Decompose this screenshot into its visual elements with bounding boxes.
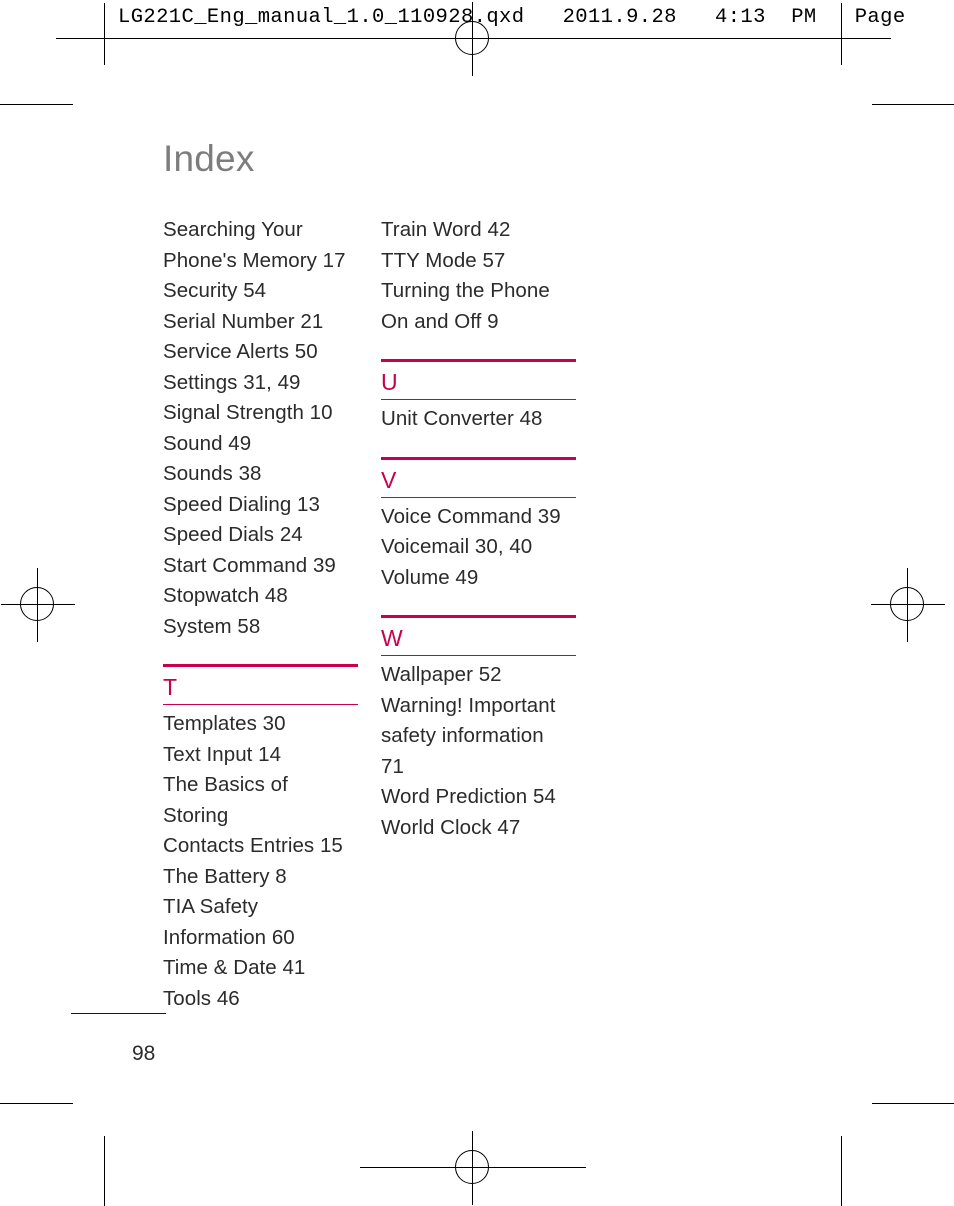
index-entry: Volume 49 (381, 565, 479, 589)
registration-mark-circle (890, 587, 924, 621)
index-entry: TIA Safety Information 60 (163, 895, 295, 949)
index-section-heading: T (163, 664, 358, 705)
print-header-left-rule (104, 3, 105, 65)
index-column-left: Searching Your Phone's Memory 17 Security… (163, 215, 358, 1014)
index-entry: Unit Converter 48 (381, 407, 543, 430)
section-letter: T (163, 674, 178, 700)
print-header-text: LG221C_Eng_manual_1.0_110928.qxd 2011.9.… (118, 6, 906, 29)
print-header: LG221C_Eng_manual_1.0_110928.qxd 2011.9.… (0, 0, 954, 96)
index-entry: TTY Mode 57 (381, 248, 506, 272)
section-letter: V (381, 466, 397, 493)
crop-mark-bottom-left-vertical (104, 1136, 105, 1206)
index-entry: Speed Dials 24 (163, 523, 303, 546)
index-entry: Voice Command 39 (381, 504, 561, 528)
index-entry: The Basics of Storing Contacts Entries 1… (163, 773, 343, 857)
section-letter: U (381, 369, 398, 395)
index-entry: Speed Dialing 13 (163, 492, 320, 516)
index-entry: Voicemail 30, 40 (381, 535, 533, 558)
index-entry: Sounds 38 (163, 462, 262, 485)
index-entry: World Clock 47 (381, 815, 521, 839)
registration-mark-circle (455, 1150, 489, 1184)
index-entry: Word Prediction 54 (381, 785, 556, 808)
index-entry: Tools 46 (163, 986, 240, 1010)
index-entry: Serial Number 21 (163, 309, 324, 333)
index-entry: Train Word 42 (381, 218, 511, 241)
index-entry: Templates 30 (163, 712, 286, 735)
index-entry: Text Input 14 (163, 742, 282, 766)
index-section-heading: V (381, 456, 576, 498)
page-number: 98 (132, 1042, 156, 1065)
registration-mark-circle (20, 587, 54, 621)
crop-mark-bottom-right (872, 1103, 954, 1104)
index-entry: Security 54 (163, 279, 267, 302)
section-rule-bottom (381, 655, 576, 656)
index-section-heading: W (381, 615, 576, 656)
crop-mark-bottom-right-vertical (841, 1136, 842, 1206)
registration-mark-bottom-center (360, 1131, 586, 1205)
index-entry: Time & Date 41 (163, 956, 306, 979)
section-rule-bottom (381, 496, 576, 498)
section-rule-bottom (381, 399, 576, 400)
crop-mark-bottom-left (0, 1103, 73, 1104)
index-entry: Warning! Important safety information 71 (381, 693, 556, 778)
index-entry: Settings 31, 49 (163, 370, 301, 394)
index-entry: Service Alerts 50 (163, 340, 318, 363)
index-content: Index Searching Your Phone's Memory 17 Se… (163, 138, 583, 1010)
index-entry: Searching Your Phone's Memory 17 (163, 218, 346, 272)
index-entry: Sound 49 (163, 431, 252, 455)
index-entry: System 58 (163, 614, 261, 638)
section-rule-bottom (163, 704, 358, 705)
section-letter: W (381, 625, 403, 651)
index-entry: Wallpaper 52 (381, 663, 502, 686)
crop-mark-top-left (0, 104, 73, 105)
index-entry: Stopwatch 48 (163, 584, 288, 607)
index-entry: Signal Strength 10 (163, 401, 333, 424)
index-entry: The Battery 8 (163, 864, 287, 888)
page-title: Index (163, 138, 255, 179)
index-entry: Turning the Phone On and Off 9 (381, 279, 550, 333)
document-page: LG221C_Eng_manual_1.0_110928.qxd 2011.9.… (0, 0, 954, 1206)
footer-crop-rule (71, 1013, 166, 1014)
index-section-heading: U (381, 359, 576, 400)
registration-mark-left-center (1, 568, 75, 642)
index-entry: Start Command 39 (163, 553, 336, 577)
crop-mark-top-right (872, 104, 954, 105)
index-column-right: Train Word 42 TTY Mode 57 Turning the Phon… (381, 215, 576, 843)
registration-mark-right-center (871, 568, 945, 642)
